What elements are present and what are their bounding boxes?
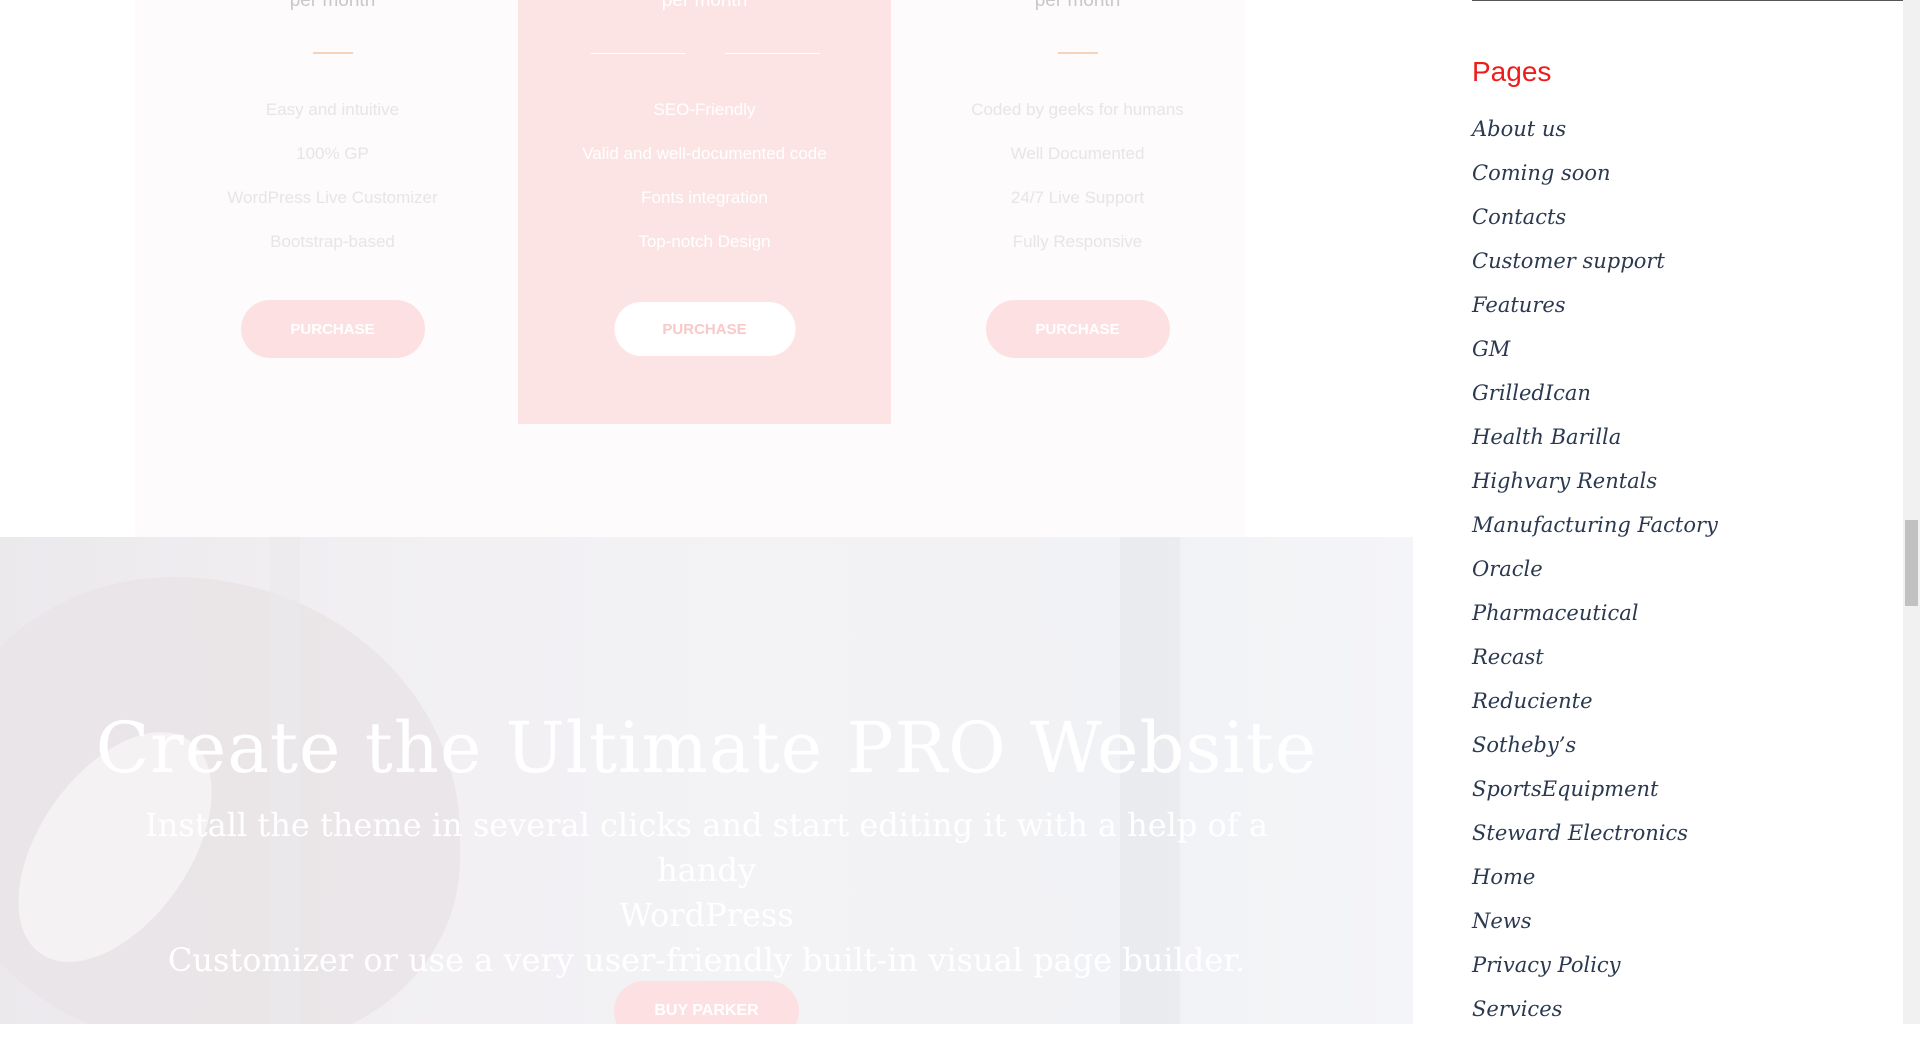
plan-feature: Fonts integration — [641, 188, 768, 207]
page-link-sportsequipment[interactable]: SportsEquipment — [1472, 777, 1659, 801]
sidebar: Pages About us Coming soon Contacts Cust… — [1413, 0, 1903, 1024]
page-link-news[interactable]: News — [1472, 909, 1532, 933]
plan-feature: 100% GP — [296, 144, 369, 163]
list-item: Coming soon — [1472, 157, 1718, 201]
page-scrollbar[interactable] — [1903, 0, 1920, 1024]
plan-period: per month — [661, 0, 748, 11]
plan-divider — [313, 52, 353, 54]
plan-divider-left — [591, 53, 686, 54]
plan-feature: Coded by geeks for humans — [971, 100, 1184, 119]
list-item: Services — [1472, 993, 1718, 1037]
page-link-customer-support[interactable]: Customer support — [1472, 249, 1665, 273]
list-item: Home — [1472, 861, 1718, 905]
plan-period: per month — [289, 0, 376, 11]
page-link-manufacturing-factory[interactable]: Manufacturing Factory — [1472, 513, 1718, 537]
list-item: Privacy Policy — [1472, 949, 1718, 993]
page-link-about-us[interactable]: About us — [1472, 117, 1566, 141]
main-content: per month Easy and intuitive 100% GP Wor… — [0, 0, 1413, 1024]
pages-widget-title: Pages — [1472, 56, 1552, 87]
list-item: About us — [1472, 113, 1718, 157]
list-item: Health Barilla — [1472, 421, 1718, 465]
page-link-recast[interactable]: Recast — [1472, 645, 1544, 669]
list-item: Highvary Rentals — [1472, 465, 1718, 509]
list-item: GM — [1472, 333, 1718, 377]
pricing-section: per month Easy and intuitive 100% GP Wor… — [0, 0, 1413, 537]
page-link-features[interactable]: Features — [1472, 293, 1566, 317]
plan-divider-right — [725, 53, 820, 54]
plan-feature: Valid and well-documented code — [582, 144, 827, 163]
hero-subtitle-line: Customizer or use a very user-friendly b… — [167, 941, 1246, 979]
plan-divider — [1058, 52, 1098, 54]
page-link-sothebys[interactable]: Sotheby’s — [1472, 733, 1576, 757]
page-link-reduciente[interactable]: Reduciente — [1472, 689, 1593, 713]
purchase-button[interactable]: PURCHASE — [985, 300, 1170, 358]
hero-subtitle-line: WordPress — [619, 896, 794, 934]
page-link-grilledican[interactable]: GrilledIcan — [1472, 381, 1591, 405]
hero-subtitle-line: Install the theme in several clicks and … — [145, 806, 1268, 889]
list-item: Pharmaceutical — [1472, 597, 1718, 641]
list-item: GrilledIcan — [1472, 377, 1718, 421]
page-link-privacy-policy[interactable]: Privacy Policy — [1472, 953, 1621, 977]
list-item: Steward Electronics — [1472, 817, 1718, 861]
page-link-services[interactable]: Services — [1472, 997, 1562, 1021]
sidebar-divider — [1472, 0, 1903, 1]
list-item: SportsEquipment — [1472, 773, 1718, 817]
page-link-contacts[interactable]: Contacts — [1472, 205, 1566, 229]
buy-parker-button[interactable]: BUY PARKER — [614, 981, 799, 1024]
plan-period: per month — [1034, 0, 1121, 11]
page-link-home[interactable]: Home — [1472, 865, 1535, 889]
plan-feature: Top-notch Design — [638, 232, 771, 251]
page-link-gm[interactable]: GM — [1472, 337, 1510, 361]
page-link-pharmaceutical[interactable]: Pharmaceutical — [1472, 601, 1639, 625]
plan-feature: Well Documented — [1010, 144, 1145, 163]
plan-feature: SEO-Friendly — [653, 100, 756, 119]
list-item: Oracle — [1472, 553, 1718, 597]
list-item: Sotheby’s — [1472, 729, 1718, 773]
list-item: Customer support — [1472, 245, 1718, 289]
list-item: Reduciente — [1472, 685, 1718, 729]
plan-feature: Easy and intuitive — [265, 100, 400, 119]
pages-list: About us Coming soon Contacts Customer s… — [1472, 113, 1718, 1037]
list-item: News — [1472, 905, 1718, 949]
plan-feature: Fully Responsive — [1012, 232, 1143, 251]
list-item: Contacts — [1472, 201, 1718, 245]
page-link-oracle[interactable]: Oracle — [1472, 557, 1543, 581]
page-link-steward-electronics[interactable]: Steward Electronics — [1472, 821, 1688, 845]
purchase-button[interactable]: PURCHASE — [240, 300, 425, 358]
plan-feature: Bootstrap-based — [270, 232, 395, 251]
cta-hero-section: Create the Ultimate PRO Website Install … — [0, 537, 1413, 1024]
page-link-health-barilla[interactable]: Health Barilla — [1472, 425, 1621, 449]
plan-feature: WordPress Live Customizer — [227, 188, 438, 207]
hero-title: Create the Ultimate PRO Website — [95, 707, 1318, 789]
scrollbar-thumb[interactable] — [1905, 520, 1918, 606]
list-item: Recast — [1472, 641, 1718, 685]
plan-feature: 24/7 Live Support — [1010, 188, 1145, 207]
page-link-highvary-rentals[interactable]: Highvary Rentals — [1472, 469, 1657, 493]
hero-subtitle: Install the theme in several clicks and … — [120, 803, 1293, 983]
page-link-coming-soon[interactable]: Coming soon — [1472, 161, 1611, 185]
purchase-button-featured[interactable]: PURCHASE — [614, 302, 795, 356]
list-item: Features — [1472, 289, 1718, 333]
list-item: Manufacturing Factory — [1472, 509, 1718, 553]
pricing-plan-featured: per month SEO-Friendly Valid and well-do… — [518, 0, 891, 424]
